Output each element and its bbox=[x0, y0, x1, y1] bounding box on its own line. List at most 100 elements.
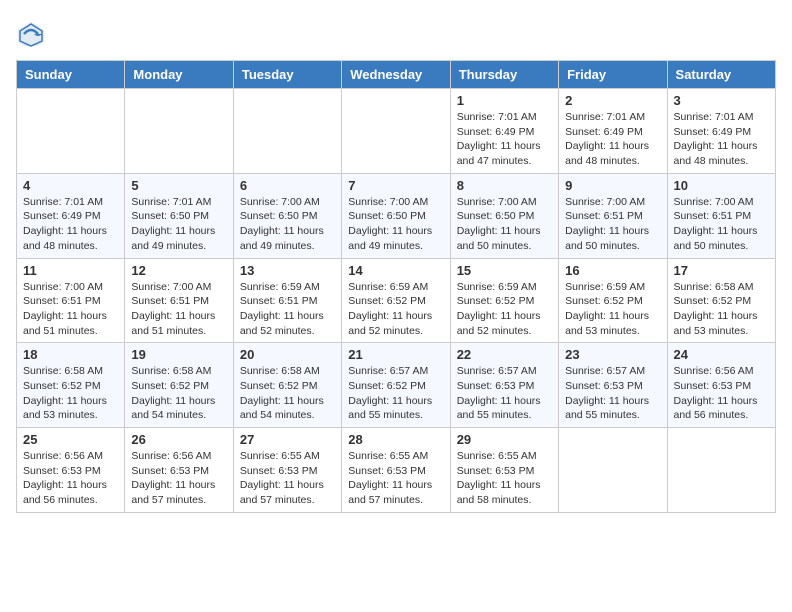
logo-icon bbox=[16, 20, 46, 50]
day-number: 15 bbox=[457, 263, 552, 278]
day-info: Sunrise: 7:01 AMSunset: 6:49 PMDaylight:… bbox=[565, 110, 660, 169]
calendar-cell: 11 Sunrise: 7:00 AMSunset: 6:51 PMDayligh… bbox=[17, 258, 125, 343]
calendar-cell: 9 Sunrise: 7:00 AMSunset: 6:51 PMDaylight… bbox=[559, 173, 667, 258]
day-info: Sunrise: 7:00 AMSunset: 6:51 PMDaylight:… bbox=[131, 280, 226, 339]
calendar-cell: 6 Sunrise: 7:00 AMSunset: 6:50 PMDaylight… bbox=[233, 173, 341, 258]
day-number: 28 bbox=[348, 432, 443, 447]
day-info: Sunrise: 6:58 AMSunset: 6:52 PMDaylight:… bbox=[23, 364, 118, 423]
day-info: Sunrise: 6:55 AMSunset: 6:53 PMDaylight:… bbox=[240, 449, 335, 508]
day-number: 20 bbox=[240, 347, 335, 362]
day-info: Sunrise: 7:00 AMSunset: 6:50 PMDaylight:… bbox=[240, 195, 335, 254]
calendar-header-row: SundayMondayTuesdayWednesdayThursdayFrid… bbox=[17, 61, 776, 89]
calendar-cell: 22 Sunrise: 6:57 AMSunset: 6:53 PMDayligh… bbox=[450, 343, 558, 428]
calendar-cell: 27 Sunrise: 6:55 AMSunset: 6:53 PMDayligh… bbox=[233, 428, 341, 513]
day-info: Sunrise: 6:58 AMSunset: 6:52 PMDaylight:… bbox=[674, 280, 769, 339]
day-header-saturday: Saturday bbox=[667, 61, 775, 89]
day-number: 16 bbox=[565, 263, 660, 278]
day-info: Sunrise: 6:59 AMSunset: 6:52 PMDaylight:… bbox=[457, 280, 552, 339]
calendar-cell: 14Sunrise: 6:59 AMSunset: 6:52 PMDayligh… bbox=[342, 258, 450, 343]
calendar-cell: 18 Sunrise: 6:58 AMSunset: 6:52 PMDayligh… bbox=[17, 343, 125, 428]
calendar-cell: 12 Sunrise: 7:00 AMSunset: 6:51 PMDayligh… bbox=[125, 258, 233, 343]
day-header-tuesday: Tuesday bbox=[233, 61, 341, 89]
day-number: 22 bbox=[457, 347, 552, 362]
day-number: 10 bbox=[674, 178, 769, 193]
day-header-wednesday: Wednesday bbox=[342, 61, 450, 89]
logo bbox=[16, 20, 50, 50]
day-info: Sunrise: 6:57 AMSunset: 6:53 PMDaylight:… bbox=[565, 364, 660, 423]
calendar-cell bbox=[233, 89, 341, 174]
day-number: 17 bbox=[674, 263, 769, 278]
day-number: 9 bbox=[565, 178, 660, 193]
day-number: 26 bbox=[131, 432, 226, 447]
page-header bbox=[16, 16, 776, 50]
day-info: Sunrise: 7:00 AMSunset: 6:51 PMDaylight:… bbox=[565, 195, 660, 254]
calendar-cell: 19 Sunrise: 6:58 AMSunset: 6:52 PMDayligh… bbox=[125, 343, 233, 428]
week-row-3: 11 Sunrise: 7:00 AMSunset: 6:51 PMDayligh… bbox=[17, 258, 776, 343]
day-info: Sunrise: 6:59 AMSunset: 6:52 PMDaylight:… bbox=[348, 280, 443, 339]
day-number: 27 bbox=[240, 432, 335, 447]
day-info: Sunrise: 7:00 AMSunset: 6:50 PMDaylight:… bbox=[348, 195, 443, 254]
day-info: Sunrise: 6:56 AMSunset: 6:53 PMDaylight:… bbox=[674, 364, 769, 423]
calendar-cell: 21Sunrise: 6:57 AMSunset: 6:52 PMDayligh… bbox=[342, 343, 450, 428]
day-header-sunday: Sunday bbox=[17, 61, 125, 89]
day-info: Sunrise: 6:59 AMSunset: 6:52 PMDaylight:… bbox=[565, 280, 660, 339]
day-number: 21 bbox=[348, 347, 443, 362]
calendar-cell: 28 Sunrise: 6:55 AMSunset: 6:53 PMDayligh… bbox=[342, 428, 450, 513]
day-info: Sunrise: 6:55 AMSunset: 6:53 PMDaylight:… bbox=[457, 449, 552, 508]
day-info: Sunrise: 6:56 AMSunset: 6:53 PMDaylight:… bbox=[23, 449, 118, 508]
day-number: 8 bbox=[457, 178, 552, 193]
day-number: 12 bbox=[131, 263, 226, 278]
calendar-cell: 29 Sunrise: 6:55 AMSunset: 6:53 PMDayligh… bbox=[450, 428, 558, 513]
day-info: Sunrise: 7:00 AMSunset: 6:51 PMDaylight:… bbox=[23, 280, 118, 339]
calendar-cell bbox=[342, 89, 450, 174]
week-row-5: 25 Sunrise: 6:56 AMSunset: 6:53 PMDayligh… bbox=[17, 428, 776, 513]
calendar-cell: 10 Sunrise: 7:00 AMSunset: 6:51 PMDayligh… bbox=[667, 173, 775, 258]
calendar-cell: 15 Sunrise: 6:59 AMSunset: 6:52 PMDayligh… bbox=[450, 258, 558, 343]
calendar-cell bbox=[667, 428, 775, 513]
calendar-cell: 24 Sunrise: 6:56 AMSunset: 6:53 PMDayligh… bbox=[667, 343, 775, 428]
day-number: 1 bbox=[457, 93, 552, 108]
calendar-cell: 4 Sunrise: 7:01 AMSunset: 6:49 PMDaylight… bbox=[17, 173, 125, 258]
day-number: 23 bbox=[565, 347, 660, 362]
calendar-cell: 16 Sunrise: 6:59 AMSunset: 6:52 PMDayligh… bbox=[559, 258, 667, 343]
calendar-table: SundayMondayTuesdayWednesdayThursdayFrid… bbox=[16, 60, 776, 513]
calendar-cell bbox=[559, 428, 667, 513]
day-info: Sunrise: 7:01 AMSunset: 6:50 PMDaylight:… bbox=[131, 195, 226, 254]
calendar-cell: 26 Sunrise: 6:56 AMSunset: 6:53 PMDayligh… bbox=[125, 428, 233, 513]
day-info: Sunrise: 7:01 AMSunset: 6:49 PMDaylight:… bbox=[23, 195, 118, 254]
day-info: Sunrise: 6:55 AMSunset: 6:53 PMDaylight:… bbox=[348, 449, 443, 508]
week-row-1: 1 Sunrise: 7:01 AMSunset: 6:49 PMDaylight… bbox=[17, 89, 776, 174]
day-number: 29 bbox=[457, 432, 552, 447]
calendar-cell: 7 Sunrise: 7:00 AMSunset: 6:50 PMDaylight… bbox=[342, 173, 450, 258]
calendar-cell: 25 Sunrise: 6:56 AMSunset: 6:53 PMDayligh… bbox=[17, 428, 125, 513]
day-number: 7 bbox=[348, 178, 443, 193]
day-header-monday: Monday bbox=[125, 61, 233, 89]
day-info: Sunrise: 7:00 AMSunset: 6:50 PMDaylight:… bbox=[457, 195, 552, 254]
calendar-cell: 20Sunrise: 6:58 AMSunset: 6:52 PMDayligh… bbox=[233, 343, 341, 428]
calendar-cell: 17 Sunrise: 6:58 AMSunset: 6:52 PMDayligh… bbox=[667, 258, 775, 343]
day-number: 11 bbox=[23, 263, 118, 278]
day-number: 6 bbox=[240, 178, 335, 193]
day-info: Sunrise: 6:58 AMSunset: 6:52 PMDaylight:… bbox=[131, 364, 226, 423]
day-number: 2 bbox=[565, 93, 660, 108]
day-info: Sunrise: 7:00 AMSunset: 6:51 PMDaylight:… bbox=[674, 195, 769, 254]
day-number: 18 bbox=[23, 347, 118, 362]
calendar-cell: 3Sunrise: 7:01 AMSunset: 6:49 PMDaylight… bbox=[667, 89, 775, 174]
day-number: 19 bbox=[131, 347, 226, 362]
day-info: Sunrise: 6:57 AMSunset: 6:53 PMDaylight:… bbox=[457, 364, 552, 423]
day-number: 4 bbox=[23, 178, 118, 193]
day-info: Sunrise: 6:56 AMSunset: 6:53 PMDaylight:… bbox=[131, 449, 226, 508]
day-header-thursday: Thursday bbox=[450, 61, 558, 89]
calendar-cell bbox=[125, 89, 233, 174]
calendar-cell: 2 Sunrise: 7:01 AMSunset: 6:49 PMDaylight… bbox=[559, 89, 667, 174]
day-number: 25 bbox=[23, 432, 118, 447]
calendar-cell bbox=[17, 89, 125, 174]
day-number: 24 bbox=[674, 347, 769, 362]
day-number: 13 bbox=[240, 263, 335, 278]
day-info: Sunrise: 7:01 AMSunset: 6:49 PMDaylight:… bbox=[674, 110, 769, 169]
calendar-cell: 8 Sunrise: 7:00 AMSunset: 6:50 PMDaylight… bbox=[450, 173, 558, 258]
calendar-cell: 13 Sunrise: 6:59 AMSunset: 6:51 PMDayligh… bbox=[233, 258, 341, 343]
day-number: 5 bbox=[131, 178, 226, 193]
day-info: Sunrise: 6:59 AMSunset: 6:51 PMDaylight:… bbox=[240, 280, 335, 339]
calendar-cell: 5 Sunrise: 7:01 AMSunset: 6:50 PMDaylight… bbox=[125, 173, 233, 258]
